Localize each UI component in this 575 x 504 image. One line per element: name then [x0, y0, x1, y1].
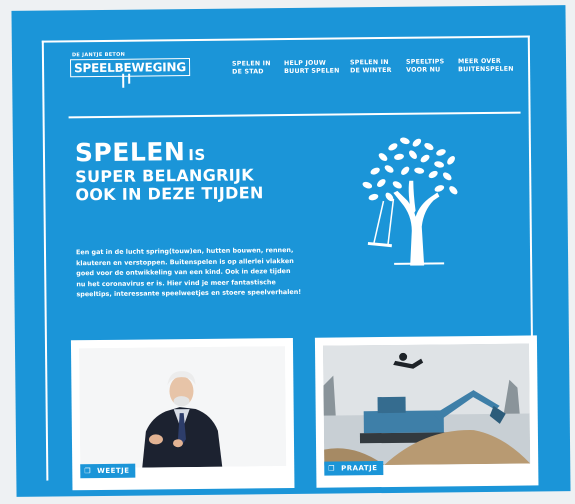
logo-post — [128, 73, 131, 84]
nav-label: DE STAD — [232, 68, 264, 76]
nav-label: BUITENSPELEN — [458, 65, 514, 74]
nav-item-help-jouw-buurt-spelen[interactable]: HELP JOUW BUURT SPELEN — [284, 59, 350, 76]
hero-paragraph: Een gat in de lucht spring(touw)en, hutt… — [75, 245, 302, 299]
nav-item-spelen-in-de-stad[interactable]: SPELEN IN DE STAD — [232, 60, 284, 77]
nav-item-spelen-in-de-winter[interactable]: SPELEN IN DE WINTER — [350, 59, 406, 76]
card-label-praatje: ❐ PRAATJE — [324, 461, 384, 476]
card-praatje[interactable]: ❐ PRAATJE — [314, 335, 539, 488]
hero-line-2: SUPER BELANGRIJK — [75, 165, 255, 187]
card-label-weetje: ❐ WEETJE — [80, 463, 136, 479]
content-frame: DE JANTJE BETON SPEELBEWEGING SPELEN IN … — [41, 35, 539, 491]
excavator-photo — [322, 343, 531, 466]
man-in-suit-photo — [79, 346, 287, 469]
hero-line-3: OOK IN DEZE TIJDEN — [75, 183, 264, 205]
hero-heading: SPELEN IS SUPER BELANGRIJK OOK IN DEZE TI… — [74, 137, 264, 205]
main-nav: SPELEN IN DE STAD HELP JOUW BUURT SPELEN… — [232, 58, 518, 77]
logo-post — [122, 73, 125, 88]
card-label-text: PRAATJE — [341, 464, 378, 473]
header-divider — [68, 111, 521, 119]
nav-label: BUURT SPELEN — [284, 67, 340, 76]
card-label-text: WEETJE — [97, 466, 130, 476]
nav-item-meer-over-buitenspelen[interactable]: MEER OVER BUITENSPELEN — [458, 58, 518, 75]
hero-word: SPELEN — [74, 137, 186, 168]
nav-label: VOOR NU — [406, 66, 441, 74]
site-page: DE JANTJE BETON SPEELBEWEGING SPELEN IN … — [11, 5, 571, 497]
nav-label: DE WINTER — [350, 66, 392, 75]
tree-swing-icon — [362, 137, 458, 266]
speech-bubble-icon: ❐ — [84, 466, 92, 475]
hero-is: IS — [188, 145, 206, 165]
speelbeweging-logo[interactable]: DE JANTJE BETON SPEELBEWEGING — [68, 51, 191, 90]
nav-item-speeltips-voor-nu[interactable]: SPEELTIPS VOOR NU — [406, 58, 458, 75]
speech-bubble-icon: ❐ — [328, 464, 336, 473]
card-weetje[interactable]: ❐ WEETJE — [70, 337, 295, 491]
logo-tagline: DE JANTJE BETON — [71, 51, 126, 59]
hero-line-1: SPELEN IS — [74, 137, 263, 168]
